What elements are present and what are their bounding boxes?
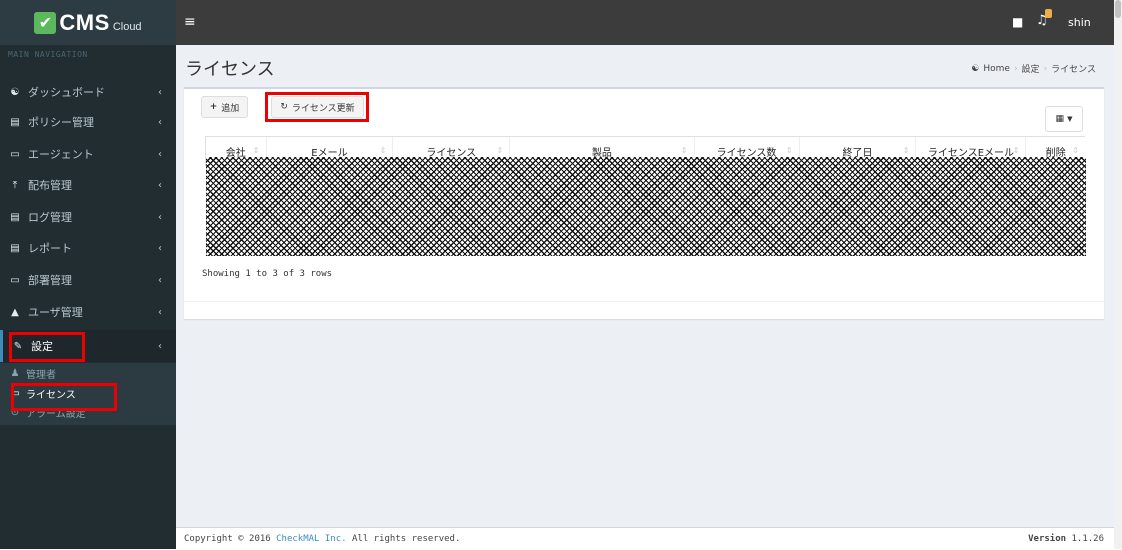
home-icon: ☯ <box>971 63 980 74</box>
top-navbar: ≡ ■ ♫ shin <box>176 0 1114 45</box>
sort-icon: ⇕ <box>902 146 910 155</box>
sidebar-item-logs[interactable]: ▤ ログ管理 ‹ <box>0 201 176 233</box>
hamburger-icon[interactable]: ≡ <box>184 14 196 30</box>
scrollbar-thumb[interactable] <box>1115 0 1121 18</box>
sort-icon: ⇕ <box>680 146 688 155</box>
chevron-left-icon: ‹ <box>158 274 162 286</box>
columns-toggle-button[interactable]: ▦ ▼ <box>1045 106 1083 132</box>
list-icon: ▤ <box>10 116 20 128</box>
sort-icon: ⇕ <box>379 146 387 155</box>
sort-icon: ⇕ <box>1012 146 1020 155</box>
sidebar-item-label: レポート <box>28 242 72 255</box>
upload-icon: ⤒ <box>12 179 18 191</box>
redacted-table-rows <box>206 157 1086 256</box>
admin-icon: ♟ <box>10 367 20 379</box>
sidebar: ✔ CMS Cloud MAIN NAVIGATION ☯ ダッシュボード ‹ … <box>0 0 176 549</box>
pagination-info: Showing 1 to 3 of 3 rows <box>202 269 333 279</box>
chevron-left-icon: ‹ <box>158 116 162 128</box>
submenu-item-label: 管理者 <box>26 369 56 381</box>
sidebar-item-label: ダッシュボード <box>28 86 105 99</box>
highlight-renew-button <box>265 92 369 122</box>
breadcrumb-separator: › <box>1043 63 1048 74</box>
submenu-item-admin[interactable]: ♟ 管理者 <box>0 364 176 382</box>
copyright: Copyright © 2016 CheckMAL Inc. All right… <box>184 534 460 544</box>
sidebar-item-label: ユーザ管理 <box>28 306 83 319</box>
page-title: ライセンス <box>185 59 275 80</box>
sort-icon: ⇕ <box>252 146 260 155</box>
sidebar-item-label: ログ管理 <box>28 211 72 224</box>
grid-icon: ▦ <box>1055 114 1065 124</box>
highlight-license-item <box>11 383 117 411</box>
chevron-left-icon: ‹ <box>158 306 162 318</box>
version-info: Version 1.1.26 <box>1028 534 1104 544</box>
chevron-left-icon: ‹ <box>158 86 162 98</box>
add-button[interactable]: + 追加 <box>201 96 248 118</box>
monitor-icon: ▭ <box>10 148 20 160</box>
breadcrumb-current: ライセンス <box>1051 65 1096 75</box>
highlight-settings-item <box>9 332 85 362</box>
sort-icon: ⇕ <box>496 146 504 155</box>
chevron-left-icon: ‹ <box>158 179 162 191</box>
version-number: 1.1.26 <box>1071 534 1104 544</box>
log-icon: ▤ <box>10 211 20 223</box>
add-button-label: 追加 <box>221 103 240 114</box>
chevron-left-icon: ‹ <box>158 148 162 160</box>
check-logo-icon: ✔ <box>34 11 57 34</box>
sidebar-item-agent[interactable]: ▭ エージェント ‹ <box>0 138 176 170</box>
sidebar-item-label: 部署管理 <box>28 274 72 287</box>
brand-suffix: Cloud <box>112 20 142 33</box>
chevron-left-icon: ‹ <box>158 242 162 254</box>
sidebar-item-distribution[interactable]: ⤒ 配布管理 ‹ <box>0 169 176 201</box>
breadcrumb: ☯ Home › 設定 › ライセンス <box>971 62 1096 76</box>
logo[interactable]: ✔ CMS Cloud <box>0 0 176 45</box>
sidebar-item-department[interactable]: ▭ 部署管理 ‹ <box>0 264 176 296</box>
chevron-left-icon: ‹ <box>158 340 162 352</box>
sidebar-item-label: ポリシー管理 <box>28 116 94 129</box>
app-frame: ✔ CMS Cloud MAIN NAVIGATION ☯ ダッシュボード ‹ … <box>0 0 1114 550</box>
plus-icon: + <box>209 102 218 112</box>
breadcrumb-home[interactable]: Home <box>983 64 1010 74</box>
caret-down-icon: ▼ <box>1067 115 1073 123</box>
sidebar-item-report[interactable]: ▤ レポート ‹ <box>0 232 176 264</box>
breadcrumb-separator: › <box>1013 63 1018 74</box>
sidebar-item-policy[interactable]: ▤ ポリシー管理 ‹ <box>0 106 176 138</box>
box-footer-divider <box>184 301 1104 302</box>
sidebar-item-users[interactable]: ▲ ユーザ管理 ‹ <box>0 296 176 328</box>
sidebar-item-label: エージェント <box>28 148 94 161</box>
breadcrumb-settings[interactable]: 設定 <box>1022 62 1040 75</box>
page-scrollbar[interactable] <box>1114 0 1122 549</box>
tachometer-icon: ☯ <box>10 86 20 98</box>
nav-header: MAIN NAVIGATION <box>8 50 88 59</box>
chevron-left-icon: ‹ <box>158 211 162 223</box>
sidebar-item-dashboard[interactable]: ☯ ダッシュボード ‹ <box>0 76 176 108</box>
username[interactable]: shin <box>1068 16 1091 29</box>
version-label: Version <box>1028 534 1067 544</box>
report-icon: ▤ <box>10 242 20 254</box>
sort-icon: ⇕ <box>785 146 793 155</box>
notification-badge <box>1045 9 1052 18</box>
page-footer: Copyright © 2016 CheckMAL Inc. All right… <box>176 527 1114 550</box>
user-icon: ▲ <box>11 306 19 318</box>
folder-icon: ▭ <box>10 274 20 286</box>
copyright-suffix: All rights reserved. <box>352 534 461 544</box>
sort-icon: ⇕ <box>1072 146 1079 155</box>
sidebar-item-label: 配布管理 <box>28 179 72 192</box>
book-icon[interactable]: ■ <box>1012 15 1023 29</box>
copyright-prefix: Copyright © 2016 <box>184 534 271 544</box>
brand-name: CMS <box>59 9 110 35</box>
company-link[interactable]: CheckMAL Inc. <box>276 534 346 544</box>
